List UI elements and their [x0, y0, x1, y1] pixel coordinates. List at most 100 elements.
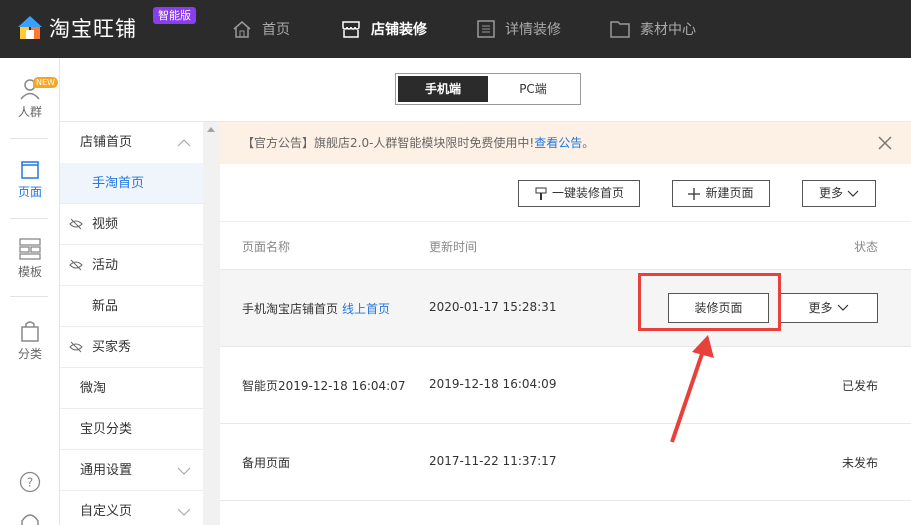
shop-icon [342, 21, 360, 38]
row-status: 未发布 [841, 456, 878, 470]
chevron-down-icon [177, 508, 191, 516]
brand-name: 淘宝旺铺 [49, 17, 137, 41]
new-tag: NEW [33, 77, 58, 88]
left-iconbar: NEW 人群 页面 模板 分类 ? [0, 58, 60, 525]
subnav-weitao-label: 微淘 [80, 381, 107, 396]
divider [10, 218, 48, 219]
subnav-video[interactable]: 视频 [60, 204, 203, 245]
row-updated-time: 2020-01-17 15:28:31 [429, 300, 557, 314]
table-header: 页面名称 更新时间 状态 [220, 221, 911, 269]
leftbar-crowd[interactable]: NEW 人群 [0, 70, 60, 120]
headset-icon [21, 514, 39, 525]
subnav-custom-pages-label: 自定义页 [80, 504, 133, 519]
online-home-link[interactable]: 线上首页 [342, 302, 390, 316]
subnav-buyer-show-label: 买家秀 [92, 340, 132, 355]
row-more-button[interactable]: 更多 [779, 293, 878, 323]
subnav-new-items-label: 新品 [92, 299, 119, 314]
view-announcement-link[interactable]: 查看公告 [534, 136, 582, 150]
device-mode-switch: 手机端 PC端 [395, 73, 581, 105]
eye-hidden-icon [69, 218, 83, 230]
page-list-panel: 一键装修首页 新建页面 更多 页面名称 更新时间 状态 手机淘宝店铺首页 线上首页… [220, 164, 911, 525]
subnav-custom-pages[interactable]: 自定义页 [60, 491, 203, 525]
subnav-mobile-home-label: 手淘首页 [92, 176, 145, 191]
subnav-video-label: 视频 [92, 217, 119, 232]
row-updated-time: 2019-12-18 16:04:09 [429, 377, 557, 391]
eye-hidden-icon [69, 259, 83, 271]
folder-icon [610, 21, 630, 38]
scroll-up-arrow-icon[interactable] [207, 127, 215, 132]
close-icon[interactable] [877, 135, 893, 151]
table-row[interactable]: 备用页面 2017-11-22 11:37:17 未发布 [220, 423, 911, 500]
template-icon [19, 238, 41, 260]
nav-home[interactable]: 首页 [232, 0, 290, 58]
announcement-text: 【官方公告】旗舰店2.0-人群智能模块限时免费使用中! [242, 136, 535, 150]
detail-icon [477, 20, 495, 38]
leftbar-page[interactable]: 页面 [0, 160, 60, 200]
chevron-up-icon [177, 139, 191, 147]
leftbar-template[interactable]: 模板 [0, 238, 60, 279]
chevron-down-icon [177, 467, 191, 475]
subnav-general-settings[interactable]: 通用设置 [60, 450, 203, 491]
leftbar-category[interactable]: 分类 [0, 320, 60, 361]
leftbar-category-label: 分类 [17, 347, 42, 361]
subnav-store-home-label: 店铺首页 [80, 135, 133, 150]
col-updated-time: 更新时间 [429, 240, 478, 254]
chevron-down-icon [837, 304, 848, 311]
question-icon: ? [19, 471, 41, 493]
taobao-wangpu-logo-icon [18, 16, 42, 39]
brush-icon [535, 187, 547, 200]
table-row[interactable] [220, 500, 911, 525]
leftbar-crowd-label: 人群 [17, 105, 42, 119]
leftbar-page-label: 页面 [17, 185, 42, 199]
more-toolbar-label: 更多 [818, 186, 843, 200]
row-updated-time: 2017-11-22 11:37:17 [429, 454, 557, 468]
one-click-decorate-label: 一键装修首页 [551, 186, 624, 200]
nav-material-center[interactable]: 素材中心 [610, 0, 696, 58]
leftbar-template-label: 模板 [17, 265, 42, 279]
table-row[interactable]: 手机淘宝店铺首页 线上首页 2020-01-17 15:28:31 装修页面 更多 [220, 269, 911, 346]
subnav-new-items[interactable]: 新品 [60, 286, 203, 327]
subnav-item-category[interactable]: 宝贝分类 [60, 409, 203, 450]
page-icon [21, 161, 39, 179]
help-button[interactable]: ? [0, 471, 60, 497]
subnav-mobile-home[interactable]: 手淘首页 [60, 163, 203, 204]
one-click-decorate-button[interactable]: 一键装修首页 [518, 180, 640, 207]
nav-detail-decoration[interactable]: 详情装修 [477, 0, 561, 58]
edition-badge: 智能版 [153, 7, 196, 24]
more-toolbar-button[interactable]: 更多 [802, 180, 876, 207]
subnav-activity[interactable]: 活动 [60, 245, 203, 286]
svg-text:?: ? [27, 476, 33, 490]
top-navbar: 淘宝旺铺 智能版 首页 店铺装修 详情装修 素材中心 [0, 0, 911, 58]
subnav-scrollbar[interactable] [203, 122, 220, 525]
subnav-store-home[interactable]: 店铺首页 [60, 122, 203, 163]
subnav-item-category-label: 宝贝分类 [80, 422, 133, 437]
chevron-down-icon [847, 190, 859, 197]
subnav-weitao[interactable]: 微淘 [60, 368, 203, 409]
row-page-name: 备用页面 [242, 456, 291, 470]
customer-service-button[interactable] [0, 511, 60, 525]
col-status: 状态 [854, 240, 879, 254]
subnav-buyer-show[interactable]: 买家秀 [60, 327, 203, 368]
nav-home-label: 首页 [262, 22, 290, 38]
divider [10, 138, 48, 139]
bag-icon [21, 321, 39, 342]
highlight-box [638, 273, 781, 331]
nav-shop-decoration[interactable]: 店铺装修 [341, 0, 427, 58]
new-page-label: 新建页面 [705, 186, 754, 200]
new-page-button[interactable]: 新建页面 [672, 180, 770, 207]
nav-shop-decoration-label: 店铺装修 [371, 22, 427, 38]
nav-material-center-label: 素材中心 [640, 22, 696, 38]
row-more-label: 更多 [808, 300, 833, 315]
page-subnav: 店铺首页 手淘首页 视频 活动 新品 买家秀 微淘 宝贝分类 通用设置 自定义页 [60, 122, 203, 525]
table-row[interactable]: 智能页2019-12-18 16:04:07 2019-12-18 16:04:… [220, 346, 911, 423]
brand-logo[interactable]: 淘宝旺铺 [17, 13, 137, 43]
plus-icon [688, 187, 701, 200]
row-page-name: 手机淘宝店铺首页 线上首页 [242, 300, 390, 317]
subnav-activity-label: 活动 [92, 258, 119, 273]
pc-mode-tab[interactable]: PC端 [488, 76, 578, 102]
col-page-name: 页面名称 [242, 240, 291, 254]
announcement-suffix: 。 [582, 136, 595, 150]
eye-hidden-icon [69, 341, 83, 353]
mobile-mode-tab[interactable]: 手机端 [398, 76, 488, 102]
row-page-name-text: 手机淘宝店铺首页 [242, 302, 339, 316]
